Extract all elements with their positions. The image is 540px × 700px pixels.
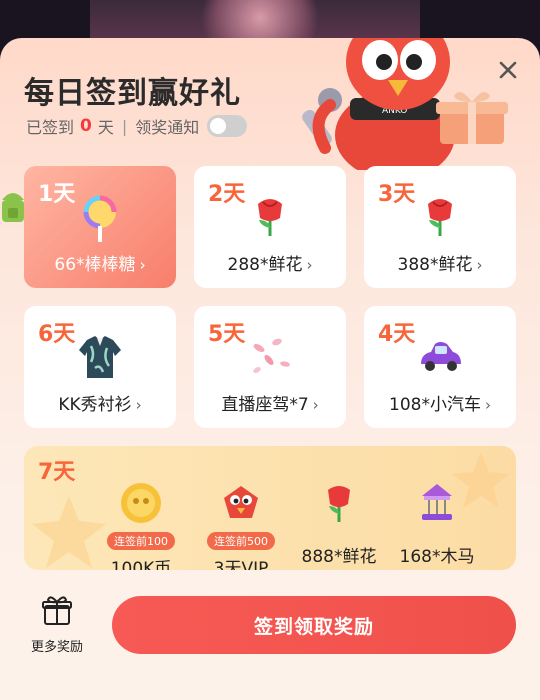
day-card-1[interactable]: 1天 66*棒棒糖 › — [24, 166, 176, 288]
day-card-5[interactable]: 5天 直播座驾*7 › — [194, 306, 346, 428]
chevron-right-icon: › — [139, 256, 146, 274]
prize-label: 288*鲜花 › — [194, 250, 346, 275]
day-label: 4天 — [378, 322, 416, 347]
car-icon — [421, 342, 461, 371]
chevron-right-icon: › — [312, 396, 319, 414]
signin-status: 已签到 0 天 | 领奖通知 — [26, 114, 248, 138]
day-card-3[interactable]: 3天 388*鲜花 › — [364, 166, 516, 288]
day-label: 2天 — [208, 182, 246, 207]
prize-label: 108*小汽车 › — [364, 390, 516, 415]
signed-suffix: 天 — [97, 118, 114, 137]
rose-icon — [428, 199, 452, 236]
reward-label: 888*鲜花 — [301, 547, 377, 567]
more-rewards-label: 更多奖励 — [30, 640, 83, 655]
checkin-sheet: 每日签到赢好礼 已签到 0 天 | 领奖通知 ANKO 1天 66*棒棒糖 › … — [0, 38, 540, 700]
day-card-7[interactable]: 7天 连签前100 100K币 连签前500 3天VIP 888*鲜花 168*… — [24, 446, 516, 570]
reward-tag: 连签前500 — [207, 532, 275, 550]
chevron-right-icon: › — [306, 256, 313, 274]
rose-icon — [258, 199, 282, 236]
reward-item: 168*木马 — [382, 480, 492, 567]
prize-text: 直播座驾*7 — [221, 395, 309, 415]
prize-label: 388*鲜花 › — [364, 250, 516, 275]
prize-label: 66*棒棒糖 › — [24, 250, 176, 275]
coin-icon — [121, 483, 161, 523]
page-title: 每日签到赢好礼 — [24, 76, 241, 111]
divider: | — [121, 116, 128, 136]
day-label: 6天 — [38, 322, 76, 347]
reward-label: 100K币 — [110, 559, 172, 570]
lollipop-icon — [83, 195, 117, 242]
reward-label: 3天VIP — [213, 559, 269, 570]
day-label: 5天 — [208, 322, 246, 347]
chevron-right-icon: › — [484, 396, 491, 414]
notify-label: 领奖通知 — [135, 118, 200, 137]
prize-label: KK秀衬衫 › — [24, 390, 176, 415]
reward-item: 连签前500 3天VIP — [186, 480, 296, 570]
signed-count: 0 — [80, 116, 92, 136]
reward-item: 连签前100 100K币 — [86, 480, 196, 570]
checkin-claim-button[interactable]: 签到领取奖励 — [112, 596, 516, 654]
prize-text: 66*棒棒糖 — [54, 255, 136, 275]
day-label: 1天 — [38, 182, 76, 207]
prize-text: KK秀衬衫 — [58, 395, 132, 415]
chevron-right-icon: › — [135, 396, 142, 414]
prize-text: 288*鲜花 — [227, 255, 303, 275]
close-icon[interactable] — [496, 58, 520, 82]
prize-label: 直播座驾*7 › — [194, 390, 346, 415]
chevron-right-icon: › — [476, 256, 483, 274]
day-card-4[interactable]: 4天 108*小汽车 › — [364, 306, 516, 428]
signed-prefix: 已签到 — [26, 118, 75, 137]
reward-item: 888*鲜花 — [284, 480, 394, 567]
prize-text: 108*小汽车 — [389, 395, 481, 415]
carousel-icon — [422, 484, 452, 520]
prize-text: 388*鲜花 — [397, 255, 473, 275]
day-card-2[interactable]: 2天 288*鲜花 › — [194, 166, 346, 288]
day-label: 3天 — [378, 182, 416, 207]
shirt-icon — [79, 336, 121, 378]
petals-icon — [253, 338, 290, 373]
gift-box-icon — [436, 92, 508, 144]
rose-icon — [328, 486, 350, 522]
day-label: 7天 — [38, 460, 76, 485]
gift-icon — [42, 596, 72, 625]
vip-bird-icon — [224, 486, 258, 518]
more-rewards-button[interactable]: 更多奖励 — [22, 594, 92, 655]
notify-toggle[interactable] — [207, 115, 248, 137]
day-card-6[interactable]: 6天 KK秀衬衫 › — [24, 306, 176, 428]
reward-label: 168*木马 — [399, 547, 475, 567]
reward-tag: 连签前100 — [107, 532, 175, 550]
